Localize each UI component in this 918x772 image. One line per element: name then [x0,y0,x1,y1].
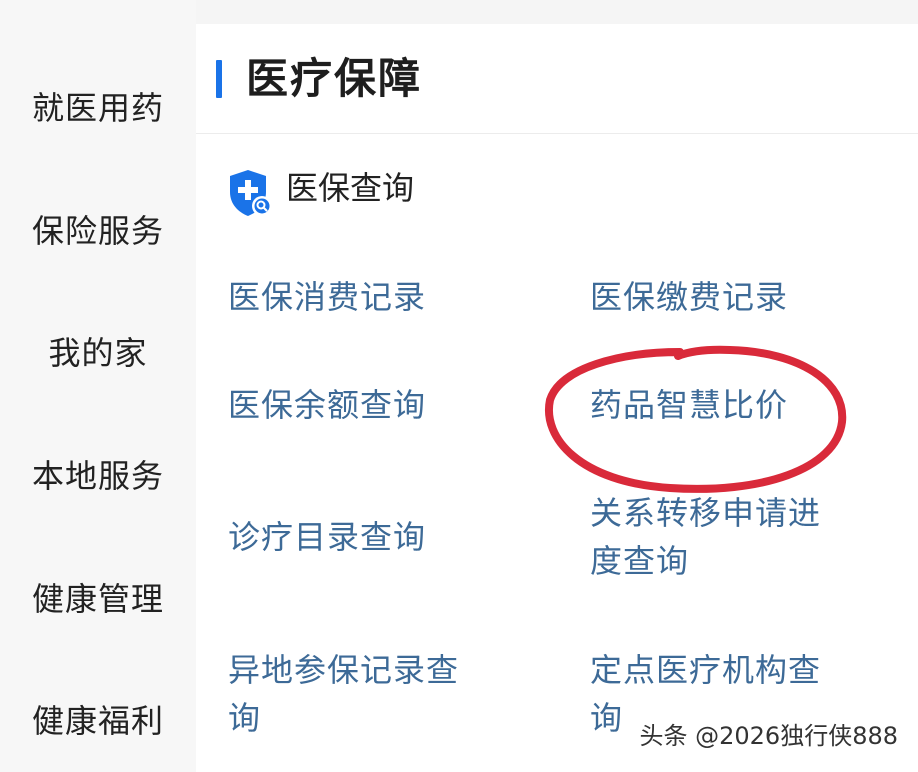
top-strip [196,0,918,24]
link-transfer-progress-query[interactable]: 关系转移申请进 度查询 [590,489,821,585]
sidebar-item-health-benefits[interactable]: 健康福利 [0,701,196,741]
link-line: 度查询 [590,542,690,580]
subsection-header: 医保查询 [196,160,696,220]
section-title: 医疗保障 [246,54,423,103]
sidebar-item-insurance[interactable]: 保险服务 [0,211,196,251]
sidebar-item-local-services[interactable]: 本地服务 [0,456,196,496]
sidebar: 就医用药 保险服务 我的家 本地服务 健康管理 健康福利 [0,0,196,772]
link-line: 询 [228,699,262,737]
link-balance-query[interactable]: 医保余额查询 [228,381,426,429]
link-remote-insurance-record[interactable]: 异地参保记录查 询 [228,646,459,742]
section-accent-bar [216,60,222,98]
section-header: 医疗保障 [196,24,918,134]
shield-plus-search-icon [230,170,272,216]
sidebar-item-my-home[interactable]: 我的家 [0,333,196,373]
sidebar-item-health-management[interactable]: 健康管理 [0,579,196,619]
link-line: 定点医疗机构查 [590,651,822,689]
link-drug-price-comparison[interactable]: 药品智慧比价 [590,381,788,429]
link-line: 异地参保记录查 [228,651,460,689]
link-medical-insurance-consumption[interactable]: 医保消费记录 [228,273,426,321]
watermark: 头条 @2026独行侠888 [639,722,898,750]
subsection-title: 医保查询 [286,169,415,207]
sidebar-item-medical[interactable]: 就医用药 [0,88,196,128]
link-line: 关系转移申请进 [590,494,822,532]
link-treatment-catalog-query[interactable]: 诊疗目录查询 [228,513,426,561]
link-medical-insurance-payment[interactable]: 医保缴费记录 [590,273,788,321]
